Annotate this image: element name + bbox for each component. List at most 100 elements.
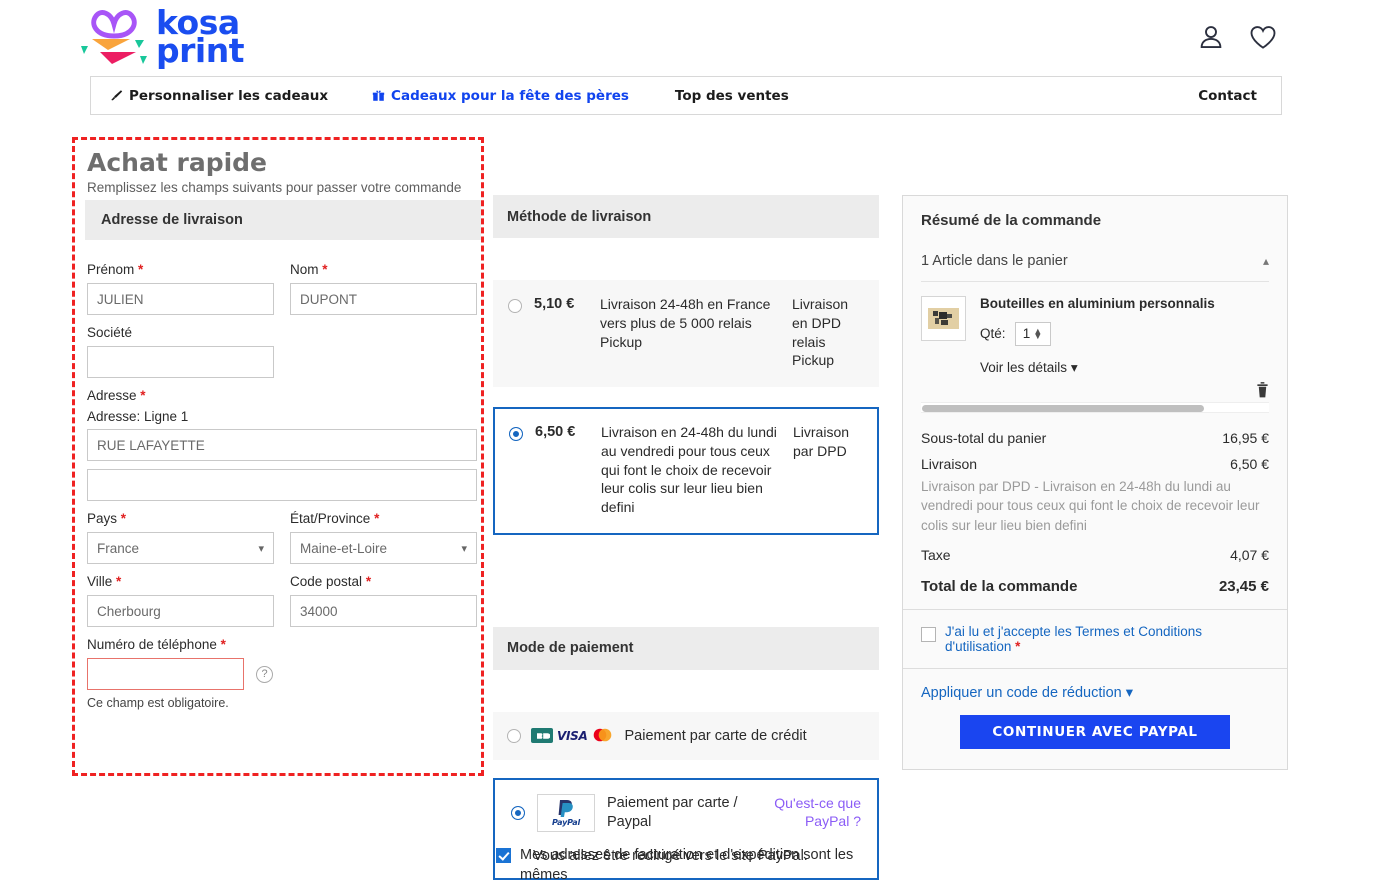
nav-label-top-ventes: Top des ventes <box>674 87 789 104</box>
cart-items-toggle[interactable]: 1 Article dans le panier ▴ <box>921 243 1269 282</box>
view-details-link[interactable]: Voir les détails ▾ <box>980 360 1269 376</box>
mastercard-icon <box>591 728 614 743</box>
site-header: kosa print <box>0 0 1376 74</box>
company-input[interactable] <box>87 346 274 378</box>
country-label-text: Pays <box>87 511 118 526</box>
grand-total-label: Total de la commande <box>921 577 1078 595</box>
terms-row[interactable]: J'ai lu et j'accepte les Termes et Condi… <box>903 610 1287 669</box>
required-asterisk: * <box>140 388 146 403</box>
delivery-option-pickup[interactable]: 5,10 € Livraison 24-48h en France vers p… <box>493 280 879 387</box>
country-select[interactable]: France ▾ <box>87 532 274 564</box>
stepper-down-icon[interactable]: ▼ <box>1033 331 1042 340</box>
delivery-carrier-pickup: Livraison en DPD relais Pickup <box>792 296 849 369</box>
same-address-checkbox[interactable] <box>496 848 511 863</box>
shipping-row: Livraison 6,50 € <box>921 451 1269 477</box>
nav-item-top-ventes[interactable]: Top des ventes <box>675 88 789 104</box>
heart-icon[interactable] <box>1248 22 1278 52</box>
payment-label-paypal: Paiement par carte / Paypal <box>607 794 738 830</box>
same-address-row[interactable]: Mes adresses de facturation et d'expédit… <box>496 845 866 885</box>
nav-item-cadeaux-peres[interactable]: Cadeaux pour la fête des pères <box>372 88 629 104</box>
phone-label-text: Numéro de téléphone <box>87 637 217 652</box>
city-label-text: Ville <box>87 574 113 589</box>
brush-icon <box>111 90 123 101</box>
site-logo[interactable]: kosa print <box>78 5 244 68</box>
delivery-radio-pickup[interactable] <box>508 299 522 313</box>
what-is-paypal-link[interactable]: Qu'est-ce que PayPal ? <box>761 794 861 830</box>
state-value: Maine-et-Loire <box>300 540 388 556</box>
country-field-group: Pays * France ▾ <box>87 501 274 564</box>
checkout-page: kosa print Personnaliser les cadeaux Cad… <box>0 0 1376 893</box>
user-icon[interactable] <box>1196 22 1226 52</box>
order-summary-panel: Résumé de la commande 1 Article dans le … <box>902 195 1288 770</box>
quantity-value: 1 <box>1022 326 1031 342</box>
firstname-input[interactable]: JULIEN <box>87 283 274 315</box>
gift-icon <box>372 90 385 102</box>
page-subtitle: Remplissez les champs suivants pour pass… <box>87 180 462 195</box>
order-summary-header: Résumé de la commande <box>921 212 1102 229</box>
address-line2-input[interactable] <box>87 469 477 501</box>
required-asterisk: * <box>322 262 328 277</box>
terms-label-text: J'ai lu et j'accepte les Termes et Condi… <box>945 623 1203 654</box>
order-totals: Sous-total du panier 16,95 € Livraison 6… <box>921 425 1269 609</box>
terms-label[interactable]: J'ai lu et j'accepte les Termes et Condi… <box>945 624 1269 654</box>
paypal-logo: PayPal <box>537 793 595 832</box>
phone-input[interactable] <box>87 658 244 690</box>
postal-field-group: Code postal * 34000 <box>290 564 477 627</box>
nav-item-contact[interactable]: Contact <box>1198 88 1257 104</box>
cta-wrapper: CONTINUER AVEC PAYPAL <box>903 709 1287 769</box>
address-label-text: Adresse <box>87 388 137 403</box>
terms-checkbox[interactable] <box>921 626 936 642</box>
promo-code-toggle[interactable]: Appliquer un code de réduction ▾ <box>903 669 1287 709</box>
continue-with-paypal-button[interactable]: CONTINUER AVEC PAYPAL <box>960 714 1230 749</box>
subtotal-value: 16,95 € <box>1222 429 1269 446</box>
city-field-group: Ville * Cherbourg <box>87 564 274 627</box>
scrollbar-thumb[interactable] <box>922 404 1204 412</box>
cart-horizontal-scrollbar[interactable] <box>921 401 1269 413</box>
stepper-arrows-icon[interactable]: ▲ ▼ <box>1033 326 1042 340</box>
visa-icon: VISA <box>557 728 588 743</box>
mastercard-glyph <box>594 728 612 742</box>
shipping-label: Livraison <box>921 455 978 472</box>
address-line1-label: Adresse: Ligne 1 <box>87 409 189 424</box>
nav-label-personnaliser: Personnaliser les cadeaux <box>129 87 329 104</box>
phone-label: Numéro de téléphone * <box>87 637 477 652</box>
nav-item-personnaliser[interactable]: Personnaliser les cadeaux <box>110 88 328 104</box>
payment-option-credit-card[interactable]: VISA Paiement par carte de crédit <box>493 711 879 760</box>
phone-error-message: Ce champ est obligatoire. <box>87 696 229 710</box>
product-thumbnail[interactable] <box>921 296 966 341</box>
required-asterisk: * <box>116 574 122 589</box>
state-field-group: État/Province * Maine-et-Loire ▾ <box>290 501 477 564</box>
cart-items-count: 1 Article dans le panier <box>921 253 1068 269</box>
paypal-wordmark: PayPal <box>551 818 580 828</box>
question-mark-icon[interactable]: ? <box>256 665 273 683</box>
firstname-field-group: Prénom * JULIEN <box>87 252 274 315</box>
page-title: Achat rapide <box>87 148 268 177</box>
state-select[interactable]: Maine-et-Loire ▾ <box>290 532 477 564</box>
logo-wordmark: kosa print <box>156 5 244 67</box>
quantity-stepper[interactable]: 1 ▲ ▼ <box>1014 321 1051 346</box>
shipping-address-form: Prénom * JULIEN Nom * DUPONT Société Adr… <box>87 252 477 710</box>
delivery-description-dpd: Livraison en 24-48h du lundi au vendredi… <box>601 424 777 515</box>
payment-method-header: Mode de paiement <box>493 626 879 670</box>
required-asterisk: * <box>120 511 127 526</box>
paypal-p-icon <box>558 800 573 818</box>
subtotal-row: Sous-total du panier 16,95 € <box>921 425 1269 451</box>
trash-icon[interactable] <box>1256 381 1269 398</box>
address-line1-input[interactable]: RUE LAFAYETTE <box>87 429 477 461</box>
city-input[interactable]: Cherbourg <box>87 595 274 627</box>
cart-item-info: Bouteilles en aluminium personnalis Qté:… <box>980 296 1269 376</box>
delivery-radio-dpd[interactable] <box>509 427 523 441</box>
company-label: Société <box>87 325 133 340</box>
delivery-description-pickup: Livraison 24-48h en France vers plus de … <box>600 296 771 350</box>
payment-radio-credit-card[interactable] <box>507 728 521 743</box>
lastname-input[interactable]: DUPONT <box>290 283 477 315</box>
city-label: Ville * <box>87 574 274 589</box>
delivery-option-dpd[interactable]: 6,50 € Livraison en 24-48h du lundi au v… <box>493 407 879 535</box>
delivery-price-pickup: 5,10 € <box>534 296 575 312</box>
lastname-label-text: Nom <box>290 262 319 277</box>
card-brand-icons: VISA <box>531 728 614 744</box>
postal-input[interactable]: 34000 <box>290 595 477 627</box>
remove-item-row <box>921 381 1269 398</box>
phone-row: ? <box>87 658 477 690</box>
payment-radio-paypal[interactable] <box>511 805 525 820</box>
